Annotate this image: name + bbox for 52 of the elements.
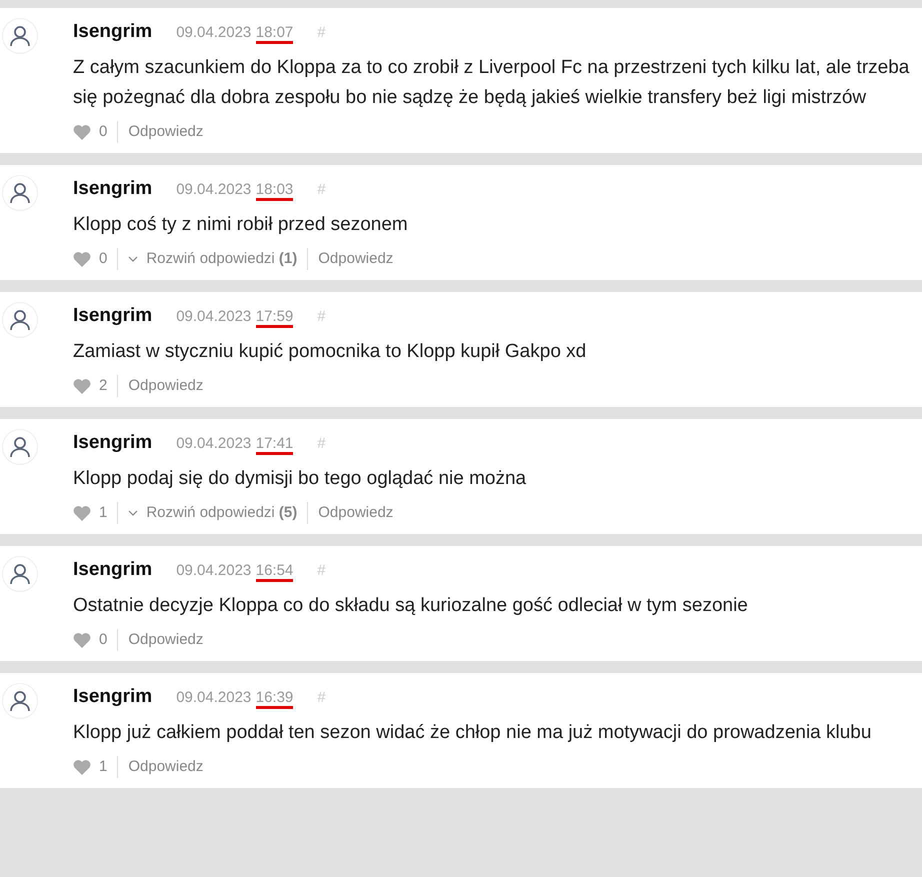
comment-time: 17:59 bbox=[256, 308, 294, 328]
avatar-icon bbox=[2, 683, 38, 719]
comment-text: Klopp podaj się do dymisji bo tego oglądać nie można bbox=[73, 466, 528, 490]
comment-text: Klopp coś ty z nimi robił przed sezonem bbox=[73, 212, 409, 236]
avatar-icon bbox=[2, 302, 38, 338]
like-icon[interactable] bbox=[73, 250, 91, 267]
expand-replies-link[interactable]: Rozwiń odpowiedzi (5) bbox=[146, 502, 298, 524]
like-count: 1 bbox=[99, 502, 108, 522]
like-icon[interactable] bbox=[73, 758, 91, 775]
comment-time: 17:41 bbox=[256, 435, 294, 455]
author-name: Isengrim bbox=[73, 177, 152, 201]
chevron-icon bbox=[128, 256, 138, 262]
reply-link[interactable]: Odpowiedz bbox=[128, 374, 204, 397]
comment-text: Zamiast w styczniu kupić pomocnika to Klopp kupił Gakpo xd bbox=[73, 340, 588, 364]
comment-time: 16:39 bbox=[256, 689, 294, 709]
like-icon[interactable] bbox=[73, 378, 91, 394]
expand-replies-link[interactable]: Rozwiń odpowiedzi (1) bbox=[146, 248, 298, 270]
comment-date: 09.04.2023 bbox=[176, 24, 252, 41]
like-count: 1 bbox=[99, 756, 108, 776]
like-icon[interactable] bbox=[73, 504, 91, 521]
comment-text: Klopp już całkiem poddał ten sezon widać że chłop nie ma już motywacji do prowadzenia klubu bbox=[73, 720, 872, 744]
author-name: Isengrim bbox=[73, 20, 152, 44]
chevron-icon bbox=[128, 510, 138, 516]
like-count: 0 bbox=[99, 248, 108, 268]
comment-date: 09.04.2023 bbox=[176, 435, 252, 452]
comment-date: 09.04.2023 bbox=[176, 181, 252, 198]
comment-text: Z całym szacunkiem do Kloppa za to co zrobił z Liverpool Fc na przestrzeni tych kilku lat, ale trzeba się pożegnać dla dobra zespołu bo nie sądzę że będą jakieś wielkie transfery beż ligi mistrzów bbox=[73, 56, 910, 110]
avatar-icon bbox=[2, 429, 38, 465]
reply-link[interactable]: Odpowiedz bbox=[128, 120, 204, 143]
like-count: 2 bbox=[99, 376, 108, 396]
avatar-icon bbox=[2, 175, 38, 211]
comment-time: 18:07 bbox=[256, 24, 294, 44]
avatar-icon bbox=[2, 556, 38, 592]
author-name: Isengrim bbox=[73, 685, 152, 709]
comment-text: Ostatnie decyzje Kloppa co do składu są kuriozalne gość odleciał w tym sezonie bbox=[73, 594, 749, 618]
reply-link[interactable]: Odpowiedz bbox=[318, 502, 394, 524]
avatar-icon bbox=[2, 18, 38, 54]
comment-date: 09.04.2023 bbox=[176, 562, 252, 579]
like-icon[interactable] bbox=[73, 632, 91, 648]
comment-date: 09.04.2023 bbox=[176, 689, 252, 706]
like-icon[interactable] bbox=[73, 124, 91, 140]
reply-link[interactable]: Odpowiedz bbox=[128, 628, 204, 651]
author-name: Isengrim bbox=[73, 558, 152, 582]
author-name: Isengrim bbox=[73, 431, 152, 455]
reply-link[interactable]: Odpowiedz bbox=[318, 248, 394, 270]
comment-time: 18:03 bbox=[256, 181, 294, 201]
like-count: 0 bbox=[99, 122, 108, 142]
author-name: Isengrim bbox=[73, 304, 152, 328]
like-count: 0 bbox=[99, 630, 108, 650]
comment-date: 09.04.2023 bbox=[176, 308, 252, 325]
reply-link[interactable]: Odpowiedz bbox=[128, 756, 204, 778]
comment-time: 16:54 bbox=[256, 562, 294, 582]
